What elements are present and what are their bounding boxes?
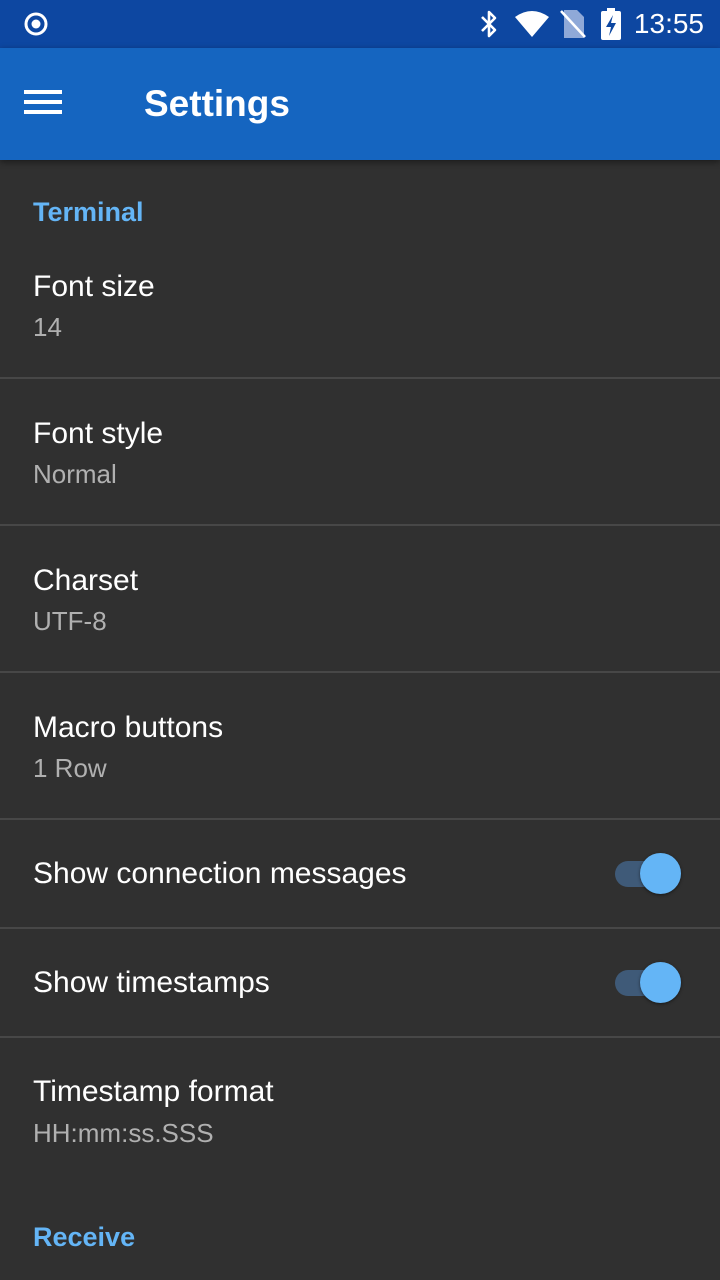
pref-summary: Normal [33,459,117,489]
record-icon [23,11,49,37]
pref-summary: HH:mm:ss.SSS [33,1118,214,1148]
no-sim-icon [559,0,586,48]
section-header-terminal: Terminal [33,197,144,227]
pref-summary: 14 [33,312,62,342]
pref-title: Charset [33,564,139,597]
pref-macro-buttons[interactable]: Macro buttons 1 Row [0,673,720,818]
pref-summary: UTF-8 [33,606,107,636]
page-title: Settings [144,83,290,124]
pref-title: Timestamp format [33,1075,274,1108]
pref-title: Font size [33,270,155,303]
pref-title: Macro buttons [33,711,224,744]
show-connection-messages-switch[interactable] [615,853,681,895]
pref-summary: 1 Row [33,753,107,783]
pref-title: Font style [33,417,164,450]
pref-font-style[interactable]: Font style Normal [0,379,720,524]
pref-timestamp-format[interactable]: Timestamp format HH:mm:ss.SSS [0,1038,720,1178]
switch-thumb [640,962,681,1003]
app-bar: Settings [0,48,720,160]
hamburger-menu-button[interactable] [24,80,88,128]
pref-charset[interactable]: Charset UTF-8 [0,526,720,671]
pref-font-size[interactable]: Font size 14 [0,240,720,378]
hamburger-menu-icon [24,88,64,121]
bluetooth-icon [478,0,500,48]
switch-thumb [640,853,681,894]
status-bar: 13:55 [0,0,720,48]
settings-list: Terminal Font size 14 Font style Normal … [0,160,720,1280]
status-clock: 13:55 [633,8,704,39]
pref-title: Show connection messages [33,857,407,890]
show-timestamps-switch[interactable] [615,962,681,1004]
pref-show-connection-messages[interactable]: Show connection messages [0,820,720,927]
battery-charging-icon [600,0,622,48]
pref-show-timestamps[interactable]: Show timestamps [0,929,720,1036]
pref-title: Show timestamps [33,966,270,999]
section-header-receive: Receive [33,1222,136,1252]
wifi-icon [514,0,550,48]
